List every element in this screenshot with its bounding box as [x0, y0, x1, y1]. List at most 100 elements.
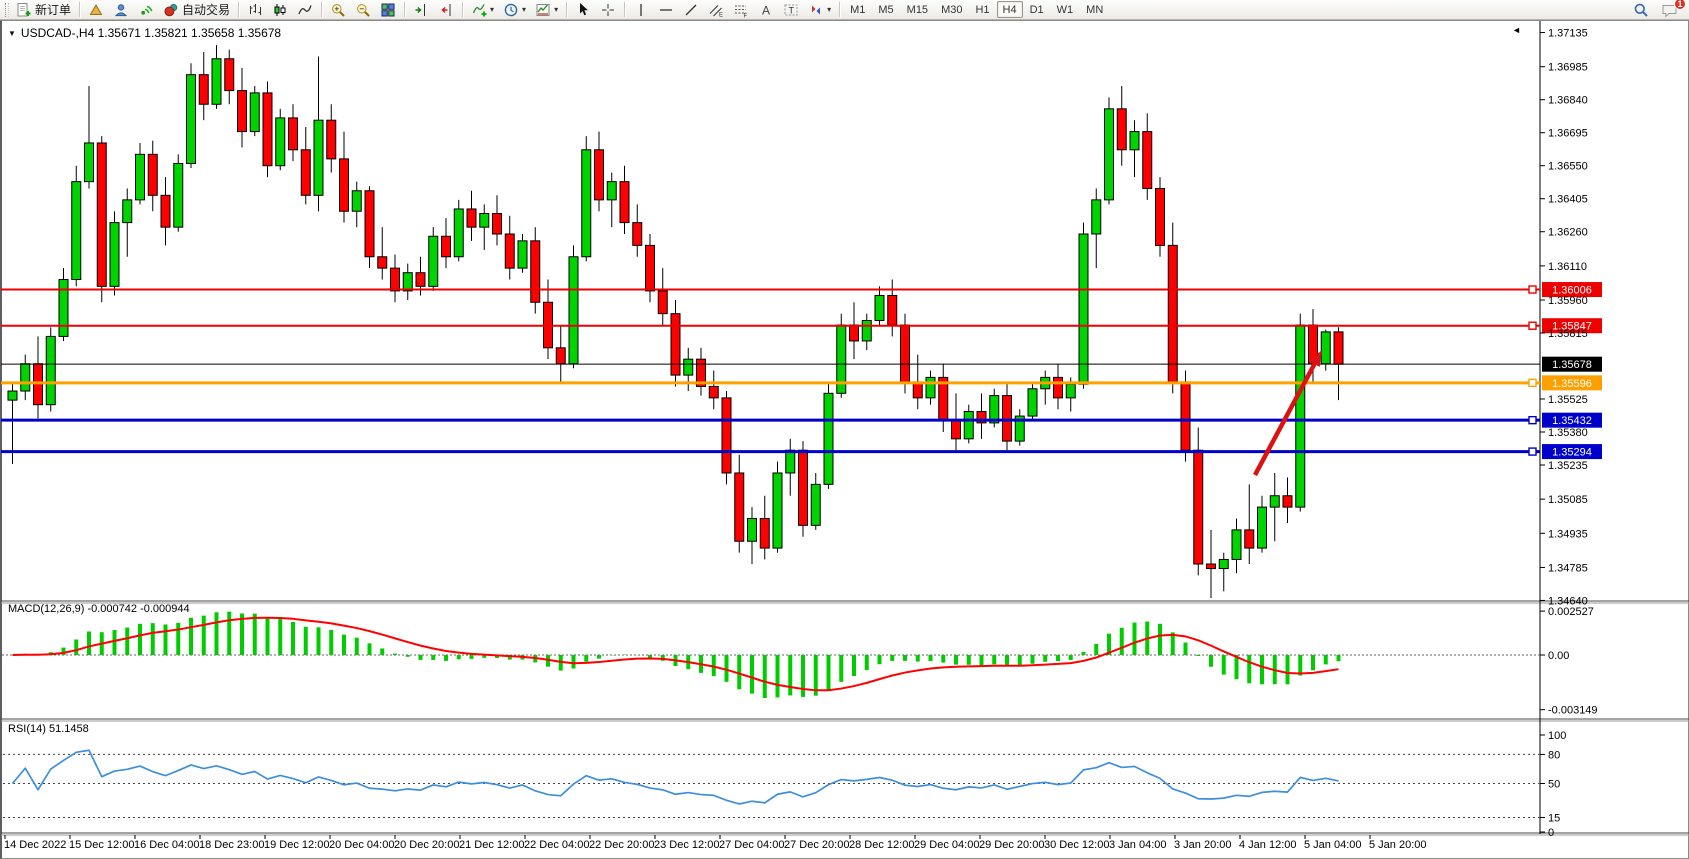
- text-label-icon: T: [783, 2, 799, 18]
- toolbar-separator: [566, 2, 567, 17]
- price-tick: 1.36840: [1548, 95, 1588, 107]
- periods-button[interactable]: ▾: [499, 1, 530, 19]
- chevron-down-icon: ▾: [827, 6, 831, 14]
- cursor-button[interactable]: [571, 1, 595, 19]
- date-label: 4 Jan 12:00: [1239, 839, 1297, 851]
- macd-label: MACD(12,26,9) -0.000742 -0.000944: [8, 603, 190, 615]
- vertical-line-icon: [633, 2, 649, 18]
- candlestick-chart-button[interactable]: [268, 1, 292, 19]
- autotrade-label: 自动交易: [182, 1, 230, 18]
- hlines-layer[interactable]: 1.360061.358471.356781.355961.354321.352…: [1, 282, 1602, 459]
- trendline-icon: [683, 2, 699, 18]
- toolbar-separator: [404, 2, 405, 17]
- templates-button[interactable]: ▾: [531, 1, 562, 19]
- new-order-icon: [16, 2, 32, 18]
- data-window-button[interactable]: [84, 1, 108, 19]
- new-order-button[interactable]: 新订单: [12, 1, 75, 19]
- text-label-button[interactable]: T: [779, 1, 803, 19]
- horizontal-line-icon: [658, 2, 674, 18]
- chat-button[interactable]: 1: [1657, 1, 1682, 19]
- chart-canvas[interactable]: 1.360061.358471.356781.355961.354321.352…: [0, 0, 1689, 859]
- toolbar-right-group: 1: [1629, 1, 1686, 19]
- vertical-line-button[interactable]: [629, 1, 653, 19]
- market-watch-icon: [113, 2, 129, 18]
- text-icon: A: [758, 2, 774, 18]
- zoom-out-button[interactable]: [351, 1, 375, 19]
- date-label: 5 Jan 04:00: [1304, 839, 1362, 851]
- zoom-in-icon: [330, 2, 346, 18]
- timeframe-button-w1[interactable]: W1: [1051, 1, 1080, 18]
- date-label: 19 Dec 12:00: [264, 839, 329, 851]
- macd-axis-tick: 0.00: [1548, 650, 1569, 662]
- autotrade-button[interactable]: 自动交易: [159, 1, 234, 19]
- date-label: 20 Dec 20:00: [394, 839, 459, 851]
- date-label: 14 Dec 2022: [4, 839, 66, 851]
- auto-scroll-button[interactable]: [434, 1, 458, 19]
- date-label: 21 Dec 12:00: [459, 839, 524, 851]
- timeframe-button-m1[interactable]: M1: [844, 1, 871, 18]
- chevron-down-icon[interactable]: ▼: [8, 29, 16, 38]
- arrows-icon: [808, 2, 824, 18]
- price-tick: 1.36405: [1548, 194, 1588, 206]
- date-label: 23 Dec 12:00: [654, 839, 719, 851]
- timeframe-button-m15[interactable]: M15: [901, 1, 934, 18]
- horizontal-line-button[interactable]: [654, 1, 678, 19]
- timeframe-button-d1[interactable]: D1: [1024, 1, 1050, 18]
- arrow-annotation[interactable]: [1255, 350, 1322, 475]
- indicators-button[interactable]: ▾: [467, 1, 498, 19]
- tile-windows-button[interactable]: [376, 1, 400, 19]
- fibonacci-button[interactable]: F: [729, 1, 753, 19]
- timeframe-button-h4[interactable]: H4: [997, 1, 1023, 18]
- price-tick: 1.35960: [1548, 295, 1588, 307]
- price-tick: 1.36550: [1548, 161, 1588, 173]
- zoom-in-button[interactable]: [326, 1, 350, 19]
- toolbar-separator: [624, 2, 625, 17]
- timeframe-button-m5[interactable]: M5: [872, 1, 899, 18]
- indicators-icon: [471, 2, 487, 18]
- market-watch-button[interactable]: [109, 1, 133, 19]
- line-chart-button[interactable]: [293, 1, 317, 19]
- date-label: 3 Jan 20:00: [1174, 839, 1232, 851]
- templates-icon: [535, 2, 551, 18]
- signals-button[interactable]: [134, 1, 158, 19]
- svg-text:F: F: [744, 13, 748, 18]
- date-label: 18 Dec 23:00: [199, 839, 264, 851]
- chart-title: ▼ USDCAD-,H4 1.35671 1.35821 1.35658 1.3…: [8, 26, 281, 40]
- chart-shift-icon: [413, 2, 429, 18]
- grid-layer: [1, 21, 1689, 835]
- price-tick: 1.35085: [1548, 494, 1588, 506]
- data-window-icon: [88, 2, 104, 18]
- timeframe-button-h1[interactable]: H1: [969, 1, 995, 18]
- date-label: 30 Dec 12:00: [1044, 839, 1109, 851]
- date-label: 22 Dec 20:00: [589, 839, 654, 851]
- search-button[interactable]: [1629, 1, 1653, 19]
- price-tick: 1.36695: [1548, 128, 1588, 140]
- toolbar-separator: [839, 2, 840, 17]
- timeframe-button-mn[interactable]: MN: [1080, 1, 1109, 18]
- candlestick-chart-icon: [272, 2, 288, 18]
- toolbar-separator: [238, 2, 239, 17]
- timeframe-button-m30[interactable]: M30: [935, 1, 968, 18]
- periods-icon: [503, 2, 519, 18]
- text-button[interactable]: A: [754, 1, 778, 19]
- chart-title-text: USDCAD-,H4 1.35671 1.35821 1.35658 1.356…: [21, 26, 281, 40]
- main-toolbar: 新订单 自动交易: [0, 0, 1689, 20]
- macd-layer: [2, 612, 1540, 698]
- arrows-button[interactable]: ▾: [804, 1, 835, 19]
- crosshair-button[interactable]: [596, 1, 620, 19]
- candles-layer: [8, 45, 1343, 598]
- chart-shift-button[interactable]: [409, 1, 433, 19]
- price-tick: 1.37135: [1548, 28, 1588, 40]
- signals-icon: [138, 2, 154, 18]
- bar-chart-icon: [247, 2, 263, 18]
- price-tick: 1.36110: [1548, 261, 1587, 273]
- toolbar-grip: [5, 3, 9, 17]
- rsi-axis-tick: 15: [1548, 812, 1560, 824]
- toolbar-separator: [321, 2, 322, 17]
- date-label: 3 Jan 04:00: [1109, 839, 1167, 851]
- fibonacci-icon: F: [733, 2, 749, 18]
- trendline-button[interactable]: [679, 1, 703, 19]
- bar-chart-button[interactable]: [243, 1, 267, 19]
- equidistant-channel-button[interactable]: E: [704, 1, 728, 19]
- autotrade-icon: [163, 2, 179, 18]
